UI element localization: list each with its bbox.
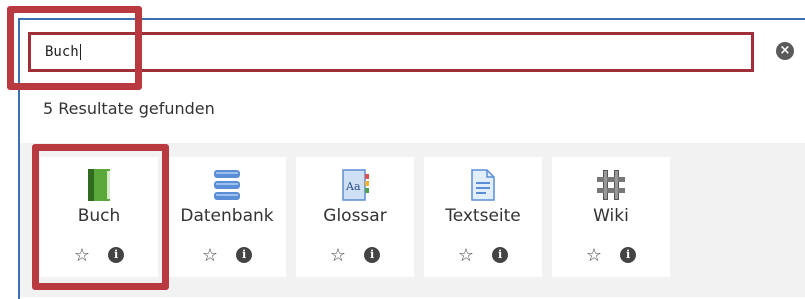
result-tile-datenbank[interactable]: Datenbank ☆ i [168, 157, 286, 277]
info-icon[interactable]: i [364, 247, 381, 263]
result-tile-textseite[interactable]: Textseite ☆ i [424, 157, 542, 277]
database-icon [168, 167, 286, 203]
search-input-value: Buch [45, 44, 79, 60]
info-icon[interactable]: i [236, 247, 253, 263]
result-label: Buch [77, 206, 121, 226]
svg-text:Aa: Aa [345, 180, 361, 193]
star-icon[interactable]: ☆ [586, 247, 602, 265]
close-icon: × [779, 43, 791, 58]
star-icon[interactable]: ☆ [458, 247, 474, 265]
info-icon[interactable]: i [108, 247, 125, 263]
result-label: Textseite [445, 206, 521, 226]
text-caret [79, 44, 81, 60]
info-icon[interactable]: i [492, 247, 509, 263]
result-tile-buch[interactable]: Buch ☆ i [40, 157, 158, 277]
result-count: 5 Resultate gefunden [43, 99, 215, 118]
search-input[interactable]: Buch [28, 32, 754, 72]
result-label: Datenbank [180, 206, 274, 226]
book-icon [40, 167, 158, 203]
result-tile-glossar[interactable]: Aa Glossar ☆ i [296, 157, 414, 277]
info-icon[interactable]: i [620, 247, 637, 263]
result-label: Glossar [323, 206, 387, 226]
page-icon [424, 167, 542, 203]
result-label: Wiki [593, 206, 629, 226]
star-icon[interactable]: ☆ [202, 247, 218, 265]
star-icon[interactable]: ☆ [74, 247, 90, 265]
result-tile-wiki[interactable]: Wiki ☆ i [552, 157, 670, 277]
glossary-icon: Aa [296, 167, 414, 203]
star-icon[interactable]: ☆ [330, 247, 346, 265]
wiki-icon [552, 167, 670, 203]
clear-search-button[interactable]: × [776, 42, 794, 60]
